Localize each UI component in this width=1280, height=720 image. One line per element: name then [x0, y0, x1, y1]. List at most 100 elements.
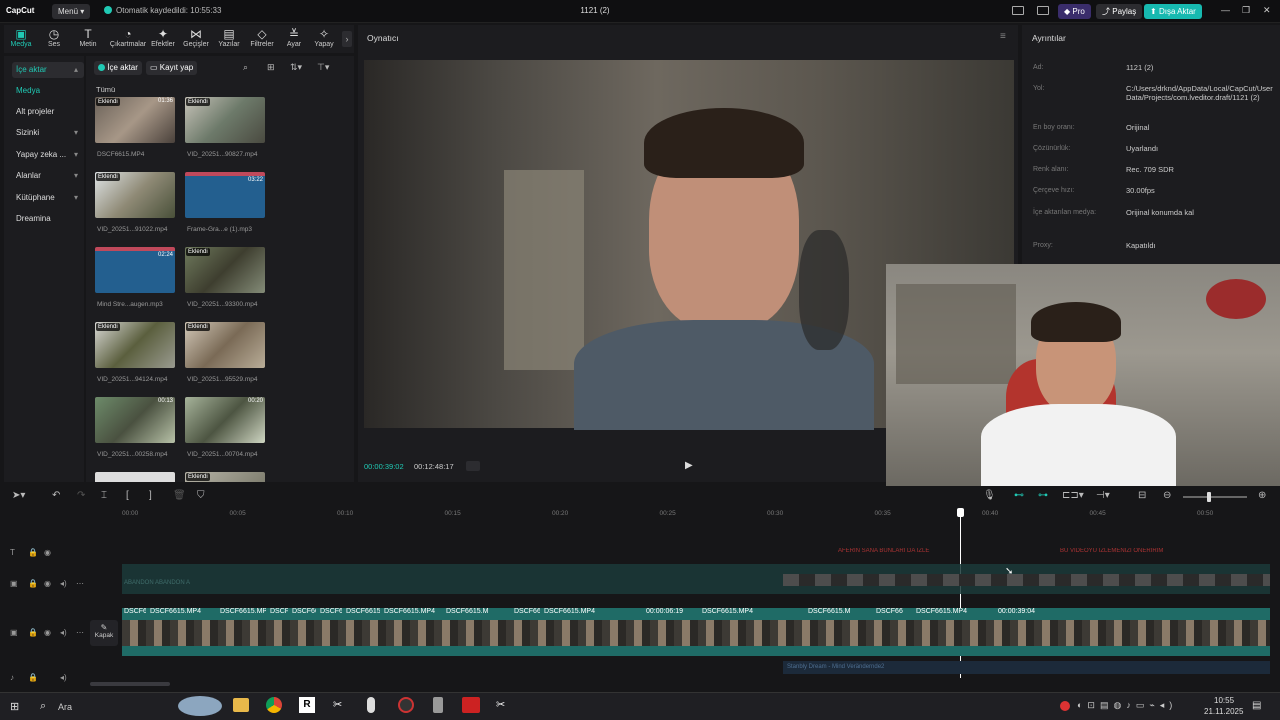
overlay-webcam-strip[interactable]	[783, 574, 1270, 586]
marker-icon[interactable]: ⛉	[197, 490, 205, 501]
cover-button[interactable]: ✎ Kapak	[90, 620, 118, 646]
nav-dreamina[interactable]: Dreamina	[12, 211, 84, 227]
link-icon[interactable]: ⊶	[1038, 490, 1048, 501]
clip-label[interactable]: DSCF66	[874, 606, 912, 617]
tab-captions[interactable]: ▤ Yazılar	[212, 27, 246, 48]
redo-icon[interactable]: ↷	[77, 490, 85, 501]
tab-text[interactable]: T Metin	[71, 27, 105, 48]
media-thumb[interactable]: Eklendi	[185, 322, 265, 368]
preview-axis-icon[interactable]: ⊏⊐▾	[1062, 490, 1084, 501]
tool-app-icon[interactable]	[433, 697, 443, 713]
media-thumb[interactable]: Eklendi	[95, 322, 175, 368]
maximize-icon[interactable]: ❐	[1242, 5, 1250, 16]
split-left-icon[interactable]: [	[126, 490, 129, 501]
split-icon[interactable]: ⌶	[101, 490, 107, 501]
eye-icon[interactable]: ◉	[44, 628, 51, 637]
tabs-scroll-right-icon[interactable]: ›	[342, 31, 352, 47]
capcut-active-icon[interactable]: ✂	[496, 698, 505, 711]
audio-thumb[interactable]: 02:24	[95, 247, 175, 293]
nav-yours[interactable]: Sizinki ▾	[12, 125, 84, 141]
clip-label[interactable]: 00:00:39:04	[996, 606, 1070, 617]
tab-effects[interactable]: ✦ Efektler	[146, 27, 180, 48]
clip-label[interactable]: DSCF6615.M	[806, 606, 872, 617]
layout-icon[interactable]	[1012, 6, 1024, 15]
nav-import[interactable]: İçe aktar ▴	[12, 62, 84, 78]
snap-icon[interactable]: ⊣▾	[1096, 490, 1110, 501]
magnet-icon[interactable]: ⊷	[1014, 490, 1024, 501]
nav-ai[interactable]: Yapay zeka ... ▾	[12, 147, 84, 163]
time-ruler[interactable]: 00:00 00:05 00:10 00:15 00:20 00:25 00:30 00:35…	[0, 506, 1280, 520]
view-grid-icon[interactable]: ⊞	[267, 62, 275, 73]
search-icon[interactable]: ⌕	[243, 62, 248, 73]
pro-button[interactable]: ◆ Pro	[1058, 4, 1091, 19]
mic-app-icon[interactable]	[367, 697, 375, 713]
lock-icon[interactable]: 🔒	[28, 579, 38, 588]
clip-label[interactable]: DSCF6615.M	[444, 606, 510, 617]
eye-icon[interactable]: ◉	[44, 579, 51, 588]
more-icon[interactable]: ⋯	[76, 628, 84, 637]
zoom-out-icon[interactable]: ⊖	[1163, 490, 1171, 501]
media-thumb[interactable]	[95, 472, 175, 482]
tab-adjust[interactable]: ≚ Ayar	[277, 27, 311, 48]
timeline[interactable]: 00:00 00:05 00:10 00:15 00:20 00:25 00:30 00:35…	[0, 506, 1280, 688]
export-button[interactable]: ⬆ Dışa Aktar	[1144, 4, 1202, 19]
clip-label[interactable]: DSCF66	[290, 606, 316, 617]
clip-label[interactable]: DSCF6	[122, 606, 146, 617]
lock-icon[interactable]: 🔒	[28, 628, 38, 637]
media-thumb[interactable]: Eklendi	[185, 247, 265, 293]
clip-label[interactable]: DSCF66	[512, 606, 540, 617]
nav-library[interactable]: Kütüphane ▾	[12, 190, 84, 206]
media-thumb[interactable]: Eklendi 01:36	[95, 97, 175, 143]
zoom-slider-thumb[interactable]	[1207, 492, 1211, 502]
chrome-icon[interactable]	[266, 697, 282, 713]
speaker-icon[interactable]: ◂)	[60, 579, 67, 588]
tab-filters[interactable]: ◇ Filtreler	[245, 27, 279, 48]
dolphin-widget-icon[interactable]	[178, 696, 222, 716]
lock-icon[interactable]: 🔒	[28, 548, 38, 557]
text-clip[interactable]: AFERİN SANA BUNLARI DA İZLE	[838, 548, 938, 558]
tab-ai[interactable]: ✧ Yapay	[307, 27, 341, 48]
media-thumb[interactable]: Eklendi	[185, 472, 265, 482]
game-app-icon[interactable]	[398, 697, 414, 713]
text-clip[interactable]: BU VİDEOYU İZLEMENİZİ ÖNERİRİM	[1060, 548, 1180, 558]
capcut-taskbar-icon[interactable]: ✂	[333, 698, 342, 711]
speaker-icon[interactable]: ◂)	[60, 628, 67, 637]
video-app-icon[interactable]	[462, 697, 480, 713]
clip-label[interactable]: DSCF6615.MP4	[542, 606, 610, 617]
nav-spaces[interactable]: Alanlar ▾	[12, 168, 84, 184]
clip-label[interactable]: DSCF	[268, 606, 288, 617]
nav-subprojects[interactable]: Alt projeler	[12, 104, 84, 120]
clip-label[interactable]: DSCF6615	[344, 606, 380, 617]
bottom-audio-clip[interactable]: Stanbly Dream - Mind Verändernde2	[783, 661, 1270, 674]
caption-icon[interactable]: ⊟	[1138, 490, 1146, 501]
microphone-icon[interactable]: 🎙	[983, 490, 996, 501]
clip-label[interactable]: DSCF6	[318, 606, 342, 617]
media-thumb[interactable]: 00:13	[95, 397, 175, 443]
clock-date[interactable]: 21.11.2025	[1204, 707, 1243, 716]
media-thumb[interactable]: 00:20	[185, 397, 265, 443]
record-tray-icon[interactable]	[1060, 701, 1070, 711]
search-input[interactable]: Ara	[58, 702, 72, 712]
shortcut-icon[interactable]	[1037, 6, 1049, 15]
player-menu-icon[interactable]: ≡	[1000, 31, 1006, 42]
menu-button[interactable]: Menü ▾	[52, 4, 91, 19]
windows-start-icon[interactable]: ⊞	[10, 700, 19, 713]
timecode-toggle-icon[interactable]	[466, 461, 480, 471]
clip-label[interactable]: DSCF6615.MP4	[700, 606, 785, 617]
undo-icon[interactable]: ↶	[52, 490, 60, 501]
select-tool-icon[interactable]: ➤▾	[12, 490, 25, 501]
share-button[interactable]: ⤴ Paylaş	[1096, 4, 1143, 19]
more-icon[interactable]: ⋯	[76, 579, 84, 588]
clip-label[interactable]: 00:00:06:19	[644, 606, 696, 617]
filter-icon[interactable]: ⊤▾	[317, 62, 329, 73]
audio-thumb[interactable]: 03:22	[185, 172, 265, 218]
playhead-handle[interactable]	[957, 508, 964, 517]
tray-icons[interactable]: ◐⊡▤◍♪▭⌁◂)	[1077, 700, 1177, 711]
record-button[interactable]: ▭ Kayıt yap	[146, 61, 198, 75]
eye-icon[interactable]: ◉	[44, 548, 51, 557]
close-icon[interactable]: ✕	[1263, 5, 1271, 16]
clip-label[interactable]: DSCF6615.MP	[218, 606, 266, 617]
media-thumb[interactable]: Eklendi	[185, 97, 265, 143]
play-icon[interactable]: ▶	[685, 460, 693, 471]
notification-icon[interactable]: ▤	[1252, 700, 1261, 711]
